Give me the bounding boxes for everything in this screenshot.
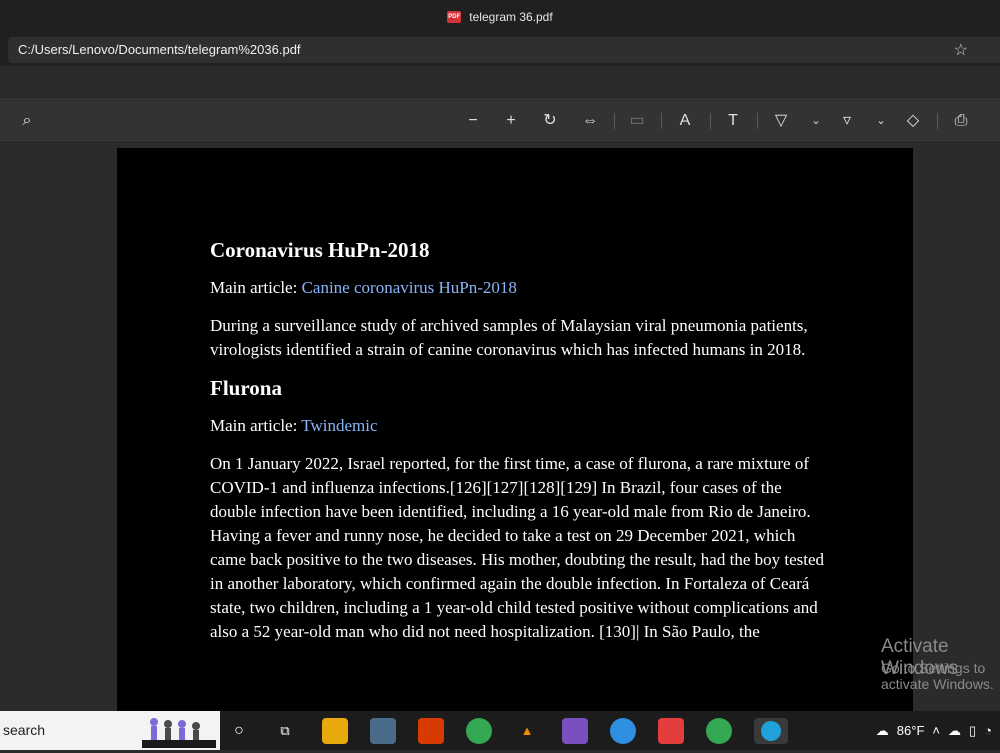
system-tray: ☁ 86°F ˄ ☁ ▯ ◔ [876, 711, 1000, 750]
blank-strip [0, 66, 1000, 100]
chess-pieces-icon [142, 714, 216, 748]
main-article-prefix: Main article: [210, 278, 302, 297]
battery-icon[interactable]: ▯ [969, 723, 976, 739]
task-view-icon[interactable]: ⧉ [272, 718, 298, 744]
cortana-icon[interactable]: ○ [226, 718, 252, 744]
search-box-text: search [3, 722, 46, 738]
print-icon[interactable]: ⎙ [950, 109, 972, 133]
rotate-icon[interactable]: ↻ [539, 109, 561, 133]
anydesk-icon[interactable] [658, 718, 684, 744]
activation-watermark-sub: Go to Settings to activate Windows. [881, 660, 994, 692]
weather-icon[interactable]: ☁ [876, 723, 889, 739]
zoom-in-icon[interactable]: + [500, 109, 522, 133]
office-icon[interactable] [418, 718, 444, 744]
window-title: telegram 36.pdf [469, 10, 553, 24]
zoom-out-icon[interactable]: − [462, 109, 484, 133]
temperature-text[interactable]: 86°F [897, 723, 925, 738]
url-field[interactable]: C:/Users/Lenovo/Documents/telegram%2036.… [8, 37, 1000, 63]
vlc-icon[interactable]: ▲ [514, 718, 540, 744]
main-article-prefix: Main article: [210, 416, 302, 435]
toolbar-divider [937, 113, 938, 129]
heading-flurona: Flurona [210, 376, 282, 400]
chrome-icon[interactable] [706, 718, 732, 744]
pdf-page: Coronavirus HuPn-2018 Main article: Cani… [117, 148, 913, 711]
paragraph-1: During a surveillance study of archived … [210, 316, 808, 359]
page-view-icon[interactable]: ▭ [626, 109, 648, 133]
favorite-star-icon[interactable]: ☆ [954, 40, 968, 60]
twindemic-link[interactable]: Twindemic [301, 416, 377, 435]
pdf-file-icon: PDF [447, 11, 462, 23]
chevron-down-icon[interactable]: ⌄ [805, 109, 827, 133]
chrome-icon[interactable] [466, 718, 492, 744]
toolbar-divider [757, 113, 758, 129]
main-article-line-1: Main article: Canine coronavirus HuPn-20… [210, 276, 830, 300]
address-bar: C:/Users/Lenovo/Documents/telegram%2036.… [0, 34, 1000, 66]
pdf-viewer[interactable]: Coronavirus HuPn-2018 Main article: Cani… [0, 141, 1000, 711]
paragraph-2: On 1 January 2022, Israel reported, for … [210, 454, 825, 641]
highlight-icon[interactable]: ▿ [836, 109, 858, 133]
canine-coronavirus-link[interactable]: Canine coronavirus HuPn-2018 [302, 278, 517, 297]
window-titlebar: PDF telegram 36.pdf [0, 0, 1000, 34]
edge-icon[interactable] [754, 718, 788, 744]
page-content: Coronavirus HuPn-2018 Main article: Cani… [210, 238, 830, 658]
heading-coronavirus: Coronavirus HuPn-2018 [210, 238, 430, 262]
text-box-icon[interactable]: T [722, 109, 744, 133]
file-explorer-icon[interactable] [322, 718, 348, 744]
chevron-down-icon[interactable]: ⌄ [870, 109, 892, 133]
chevron-up-icon[interactable]: ˄ [932, 723, 940, 738]
read-aloud-icon[interactable]: A [674, 109, 696, 133]
toolbar-divider [710, 113, 711, 129]
canva-icon[interactable] [610, 718, 636, 744]
draw-icon[interactable]: ▽ [770, 109, 792, 133]
wifi-icon[interactable]: ◔ [984, 723, 992, 738]
toolbar-divider [661, 113, 662, 129]
taskbar: search ○ ⧉ ▲ ☁ 86°F ˄ ☁ ▯ ◔ [0, 711, 1000, 750]
fit-width-icon[interactable]: ⇔ [579, 109, 601, 133]
toolbar-divider [614, 113, 615, 129]
visual-studio-icon[interactable] [562, 718, 588, 744]
main-article-line-2: Main article: Twindemic [210, 414, 830, 438]
erase-icon[interactable]: ◇ [902, 109, 924, 133]
onedrive-icon[interactable]: ☁ [948, 723, 961, 739]
calculator-icon[interactable] [370, 718, 396, 744]
pdf-toolbar: ⌕ − + ↻ ⇔ ▭ A T ▽ ⌄ ▿ ⌄ ◇ ⎙ [0, 101, 1000, 141]
search-icon[interactable]: ⌕ [16, 109, 38, 133]
